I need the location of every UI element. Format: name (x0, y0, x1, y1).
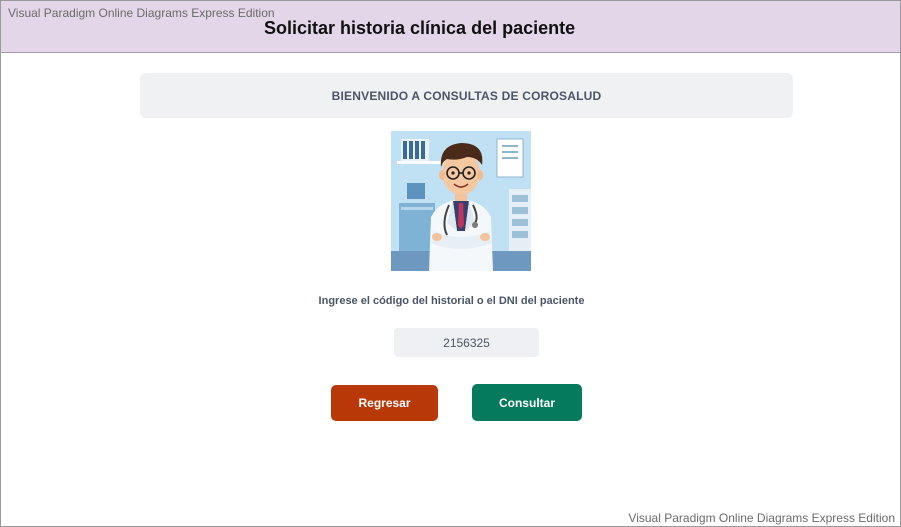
query-button[interactable]: Consultar (472, 384, 582, 421)
patient-code-input[interactable] (394, 328, 539, 357)
watermark-top: Visual Paradigm Online Diagrams Express … (8, 6, 275, 20)
header-bar: Visual Paradigm Online Diagrams Express … (1, 1, 900, 53)
welcome-text: BIENVENIDO A CONSULTAS DE COROSALUD (331, 88, 602, 103)
back-button[interactable]: Regresar (331, 385, 438, 421)
page-title: Solicitar historia clínica del paciente (264, 18, 576, 38)
watermark-bottom: Visual Paradigm Online Diagrams Express … (628, 511, 895, 525)
app-frame: Visual Paradigm Online Diagrams Express … (0, 0, 901, 527)
code-prompt-label: Ingrese el código del historial o el DNI… (318, 295, 585, 307)
doctor-illustration (391, 131, 531, 271)
welcome-banner: BIENVENIDO A CONSULTAS DE COROSALUD (140, 73, 793, 118)
